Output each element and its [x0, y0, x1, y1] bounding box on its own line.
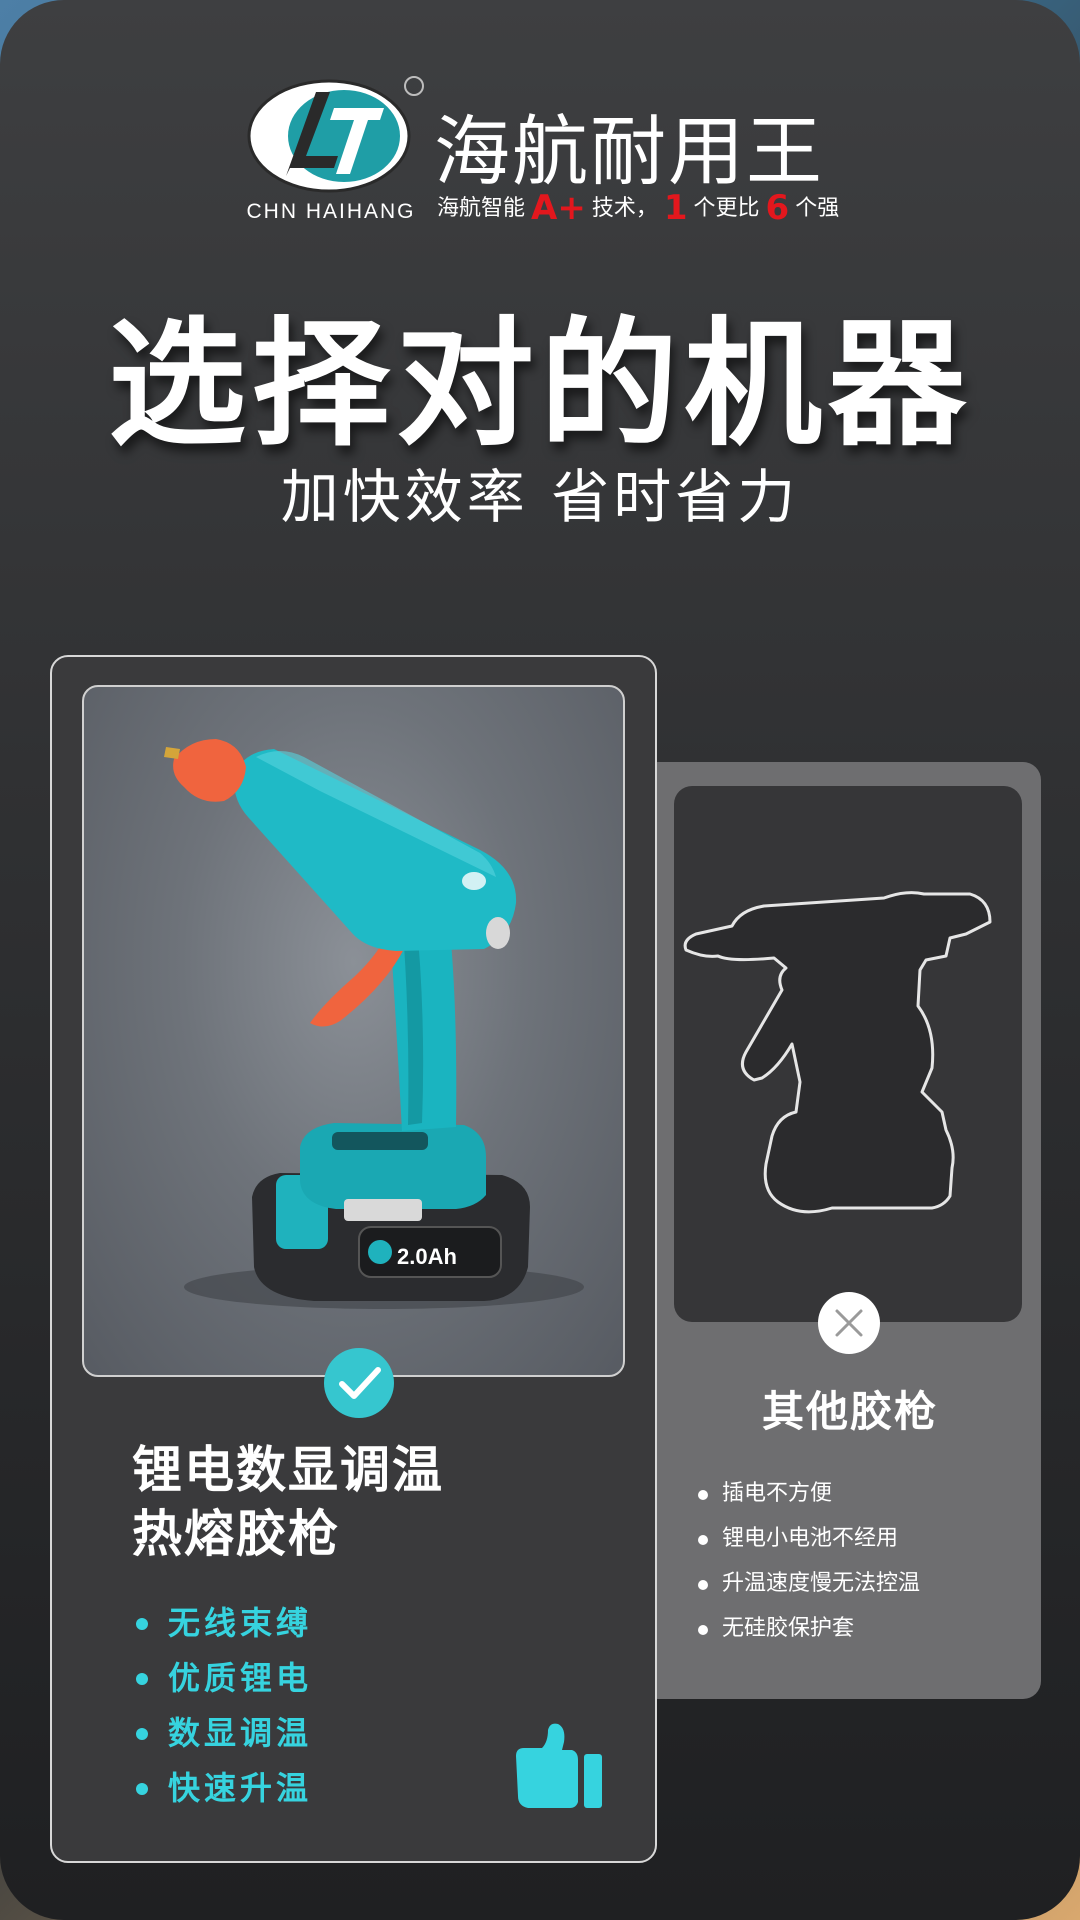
product-title-line2: 热熔胶枪: [132, 1505, 340, 1563]
drawback-item: 升温速度慢无法控温: [696, 1568, 920, 1613]
slogan-grade: A+: [531, 188, 586, 228]
feature-item: 无线束缚: [134, 1600, 312, 1655]
slogan-part4: 个强: [795, 196, 840, 221]
battery-label: 2.0Ah: [397, 1244, 457, 1269]
check-icon: [339, 1367, 381, 1399]
glue-gun-silhouette-icon: [683, 891, 992, 1214]
slogan-num1: 1: [663, 188, 688, 228]
brand-logo-mark-icon: [247, 79, 411, 193]
drawback-item: 无硅胶保护套: [696, 1613, 920, 1658]
check-badge: [324, 1348, 394, 1418]
drawback-item: 插电不方便: [696, 1478, 920, 1523]
registered-mark-icon: [404, 76, 424, 96]
product-image-panel: 2.0Ah: [82, 685, 625, 1377]
subheadline: 加快效率 省时省力: [280, 463, 800, 531]
feature-item: 优质锂电: [134, 1655, 312, 1710]
x-icon: [835, 1309, 863, 1337]
brand-name: 海航耐用王: [434, 107, 824, 196]
slogan-part3: 个更比: [693, 196, 760, 221]
x-badge: [818, 1292, 880, 1354]
brand-slogan: 海航智能 A+ 技术， 1 个更比 6 个强: [437, 188, 839, 228]
slogan-num2: 6: [765, 188, 790, 228]
feature-item: 快速升温: [134, 1765, 312, 1820]
drawback-item: 锂电小电池不经用: [696, 1523, 920, 1568]
other-glue-gun-title: 其他胶枪: [761, 1387, 938, 1436]
slogan-part1: 海航智能: [437, 196, 526, 221]
product-features-list: 无线束缚 优质锂电 数显调温 快速升温: [134, 1600, 312, 1820]
product-title-line1: 锂电数显调温: [132, 1441, 444, 1499]
slogan-part2: 技术，: [591, 196, 658, 221]
glue-gun-product-image: 2.0Ah: [164, 739, 584, 1309]
headline: 选择对的机器: [107, 304, 972, 465]
product-title: 锂电数显调温 热熔胶枪: [132, 1438, 444, 1566]
brand-logo-text: CHN HAIHANG: [246, 200, 416, 223]
page-background: CHN HAIHANG 海航耐用王 海航智能 A+ 技术， 1 个更比 6 个强 选择对的机…: [0, 0, 1080, 1920]
thumbs-up-icon: [516, 1723, 602, 1808]
feature-item: 数显调温: [134, 1710, 312, 1765]
other-drawbacks-list: 插电不方便 锂电小电池不经用 升温速度慢无法控温 无硅胶保护套: [696, 1478, 920, 1658]
